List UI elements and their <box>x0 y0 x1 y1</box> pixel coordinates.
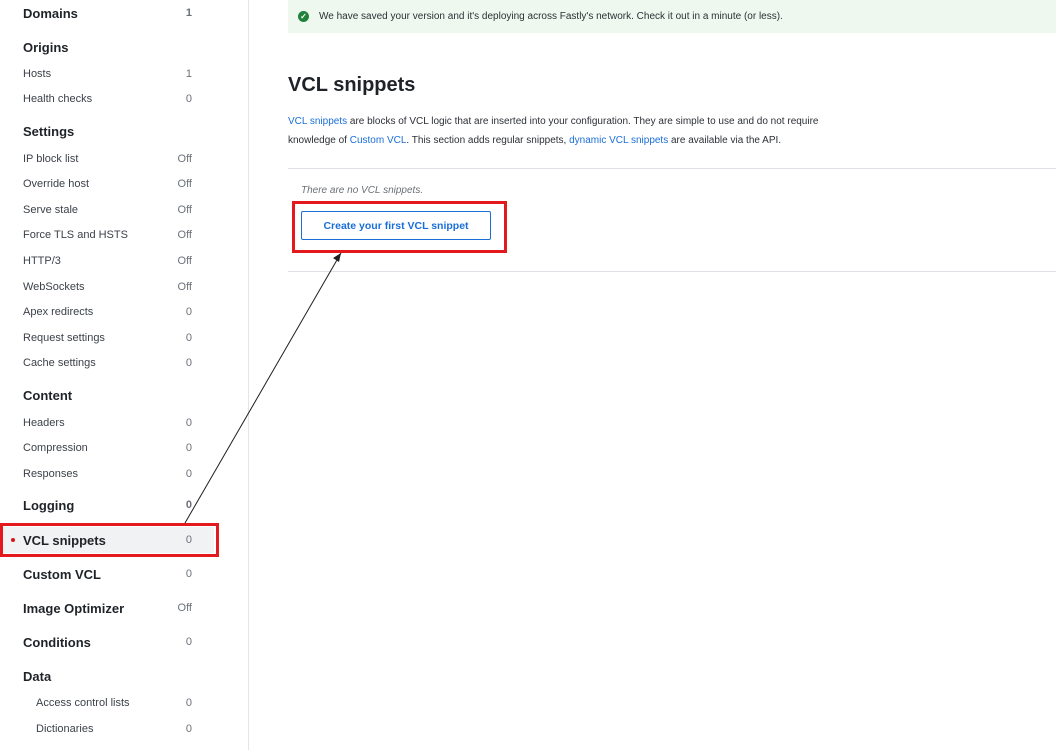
custom-vcl-link[interactable]: Custom VCL <box>350 135 407 146</box>
divider <box>288 168 1056 169</box>
sidebar-item-custom-vcl[interactable]: Custom VCL 0 <box>0 563 214 585</box>
page-description: VCL snippets are blocks of VCL logic tha… <box>288 116 819 146</box>
check-circle-icon: ✓ <box>298 11 309 22</box>
sidebar-item-conditions[interactable]: Conditions 0 <box>0 631 214 653</box>
sidebar-item-image-optimizer[interactable]: Image Optimizer Off <box>0 597 214 619</box>
sidebar-section-content: Content <box>23 387 73 403</box>
create-first-vcl-snippet-button[interactable]: Create your first VCL snippet <box>301 211 491 240</box>
sidebar-item-websockets[interactable]: WebSockets Off <box>0 276 214 298</box>
sidebar-item-override-host[interactable]: Override host Off <box>0 173 214 195</box>
sidebar-item-access-control-lists[interactable]: Access control lists 0 <box>0 692 214 714</box>
sidebar-item-serve-stale[interactable]: Serve stale Off <box>0 199 214 221</box>
sidebar-item-compression[interactable]: Compression 0 <box>0 437 214 459</box>
sidebar-item-http3[interactable]: HTTP/3 Off <box>0 250 214 272</box>
sidebar-item-ip-block-list[interactable]: IP block list Off <box>0 148 214 170</box>
vcl-snippets-link[interactable]: VCL snippets <box>288 116 347 127</box>
sidebar-item-cache-settings[interactable]: Cache settings 0 <box>0 352 214 374</box>
sidebar-item-logging[interactable]: Logging 0 <box>0 494 214 516</box>
sidebar-item-request-settings[interactable]: Request settings 0 <box>0 327 214 349</box>
sidebar-item-domains[interactable]: Domains 1 <box>0 2 214 24</box>
sidebar-section-origins: Origins <box>23 39 69 55</box>
sidebar-section-data: Data <box>23 668 52 684</box>
dynamic-vcl-snippets-link[interactable]: dynamic VCL snippets <box>569 135 668 146</box>
sidebar-item-responses[interactable]: Responses 0 <box>0 463 214 485</box>
sidebar-item-headers[interactable]: Headers 0 <box>0 412 214 434</box>
empty-state-text: There are no VCL snippets. <box>301 185 424 196</box>
sidebar: Domains 1 Origins Hosts 1 Health checks … <box>0 0 249 750</box>
sidebar-item-apex-redirects[interactable]: Apex redirects 0 <box>0 301 214 323</box>
sidebar-item-health-checks[interactable]: Health checks 0 <box>0 88 214 110</box>
alert-message: We have saved your version and it's depl… <box>319 11 783 22</box>
page-title: VCL snippets <box>288 74 416 96</box>
sidebar-item-force-tls[interactable]: Force TLS and HSTS Off <box>0 224 214 246</box>
sidebar-item-hosts[interactable]: Hosts 1 <box>0 63 214 85</box>
sidebar-section-settings: Settings <box>23 123 75 139</box>
sidebar-item-dictionaries[interactable]: Dictionaries 0 <box>0 718 214 740</box>
divider <box>288 271 1056 272</box>
sidebar-item-vcl-snippets[interactable]: VCL snippets 0 <box>0 527 214 553</box>
success-alert: ✓ We have saved your version and it's de… <box>288 0 1056 33</box>
active-indicator <box>11 538 15 542</box>
